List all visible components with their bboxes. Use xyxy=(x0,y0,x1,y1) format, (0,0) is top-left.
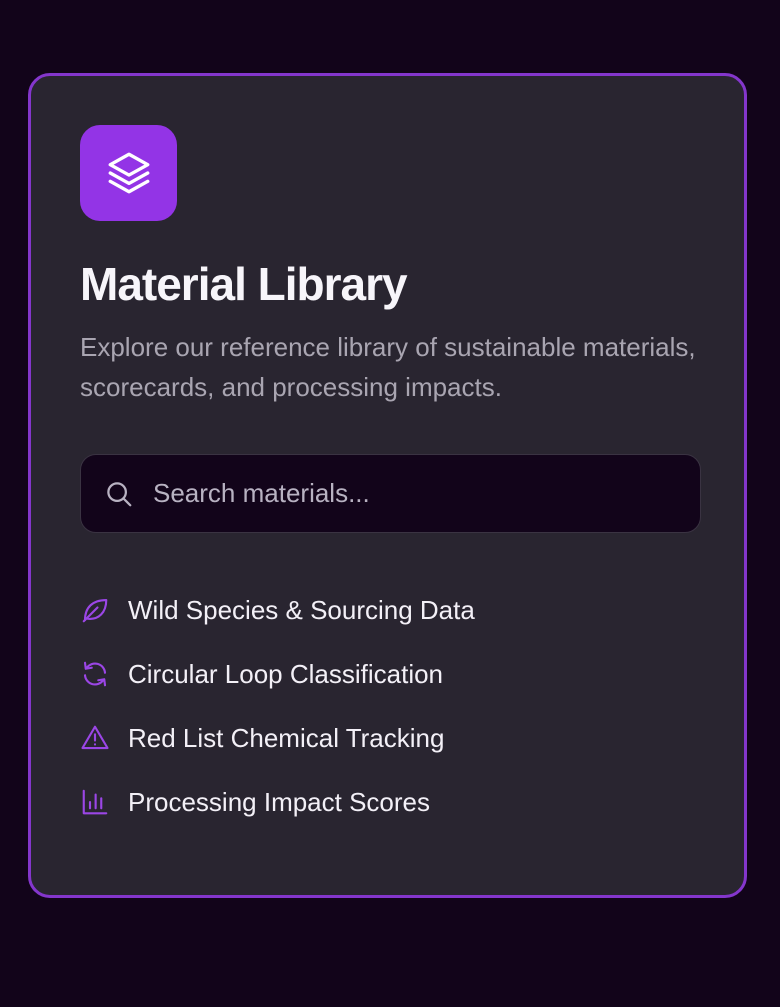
leaf-icon xyxy=(82,598,108,623)
feature-item-circular-loop: Circular Loop Classification xyxy=(80,642,475,706)
material-library-card: Material Library Explore our reference l… xyxy=(28,73,747,898)
page-title: Material Library xyxy=(80,258,408,310)
feature-item-red-list: Red List Chemical Tracking xyxy=(80,706,475,770)
bar-chart-icon xyxy=(82,789,108,815)
feature-list: Wild Species & Sourcing Data Circular Lo… xyxy=(80,578,475,834)
layers-icon xyxy=(108,152,149,194)
search-input[interactable] xyxy=(153,455,683,532)
search-icon xyxy=(107,482,132,507)
feature-item-processing-impact: Processing Impact Scores xyxy=(80,770,475,834)
feature-label: Red List Chemical Tracking xyxy=(128,722,445,753)
feature-label: Wild Species & Sourcing Data xyxy=(128,594,475,625)
logo-tile xyxy=(80,125,177,221)
feature-item-wild-species: Wild Species & Sourcing Data xyxy=(80,578,475,642)
warning-triangle-icon xyxy=(81,725,109,750)
feature-label: Circular Loop Classification xyxy=(128,658,444,689)
search-box[interactable] xyxy=(80,454,701,533)
card-description: Explore our reference library of sustain… xyxy=(80,332,696,402)
refresh-cycle-icon xyxy=(83,661,107,687)
feature-label: Processing Impact Scores xyxy=(128,786,431,817)
